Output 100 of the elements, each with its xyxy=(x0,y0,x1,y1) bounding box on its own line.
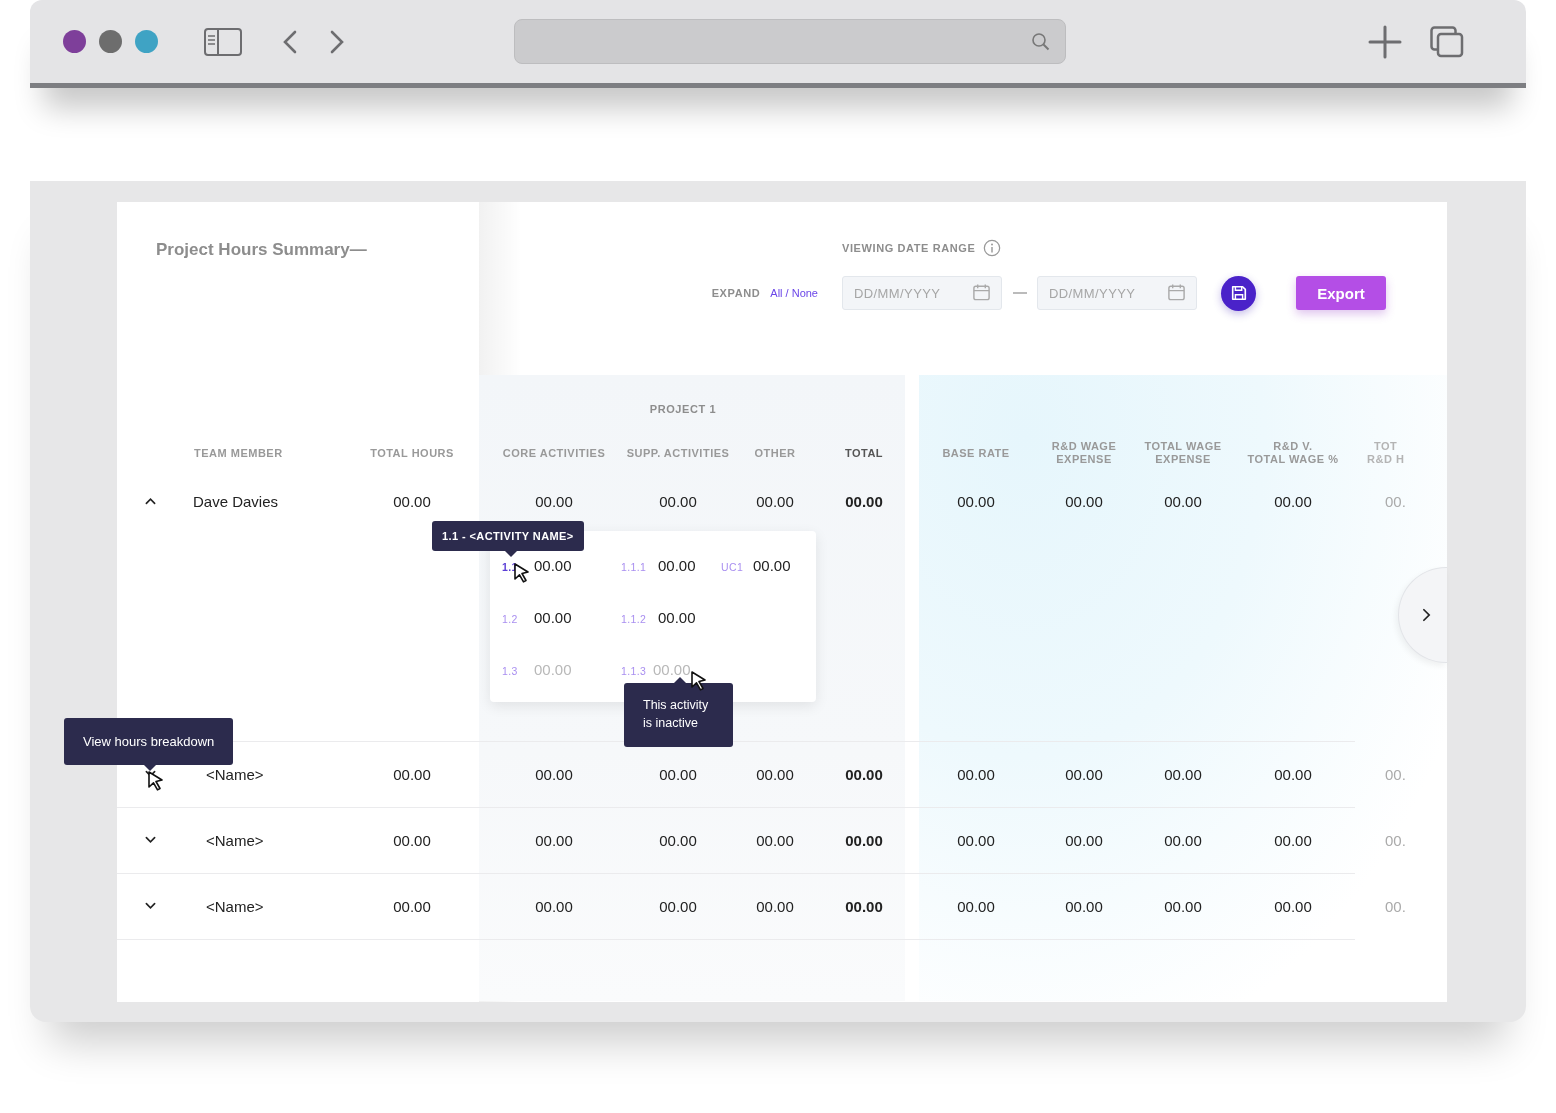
table-cell: 00.00 xyxy=(535,765,573,783)
member-name: <Name> xyxy=(206,765,264,783)
activity-hours: 00.00 xyxy=(753,556,791,574)
end-date-field[interactable]: DD/MM/YYYY xyxy=(1037,276,1197,310)
tabs-icon[interactable] xyxy=(1430,25,1464,58)
table-cell: 00.00 xyxy=(957,492,995,510)
activity-code[interactable]: 1.3 xyxy=(502,661,534,677)
table-cell: 00.00 xyxy=(535,831,573,849)
table-cell: 00.00 xyxy=(393,831,431,849)
cursor-icon xyxy=(690,670,708,692)
save-icon xyxy=(1229,284,1248,302)
table-cell: 00.00 xyxy=(1274,765,1312,783)
table-cell: 00.00 xyxy=(1065,897,1103,915)
table-cell: 00.00 xyxy=(1065,492,1103,510)
column-header: TOTAL xyxy=(844,446,884,460)
activity-hours: 00.00 xyxy=(534,556,572,574)
start-date-field[interactable]: DD/MM/YYYY xyxy=(842,276,1002,310)
activity-hours: 00.00 xyxy=(658,608,696,626)
table-cell: 00. xyxy=(1385,492,1406,510)
table-cell: 00.00 xyxy=(659,492,697,510)
column-group-title: PROJECT 1 xyxy=(649,403,717,417)
calendar-icon[interactable] xyxy=(1167,283,1186,302)
table-cell: 00.00 xyxy=(1164,897,1202,915)
window-close-dot[interactable] xyxy=(63,30,86,53)
table-cell: 00.00 xyxy=(845,492,883,510)
table-cell: 00.00 xyxy=(393,897,431,915)
cursor-icon xyxy=(147,770,165,792)
table-cell: 00.00 xyxy=(1274,897,1312,915)
export-button[interactable]: Export xyxy=(1296,276,1386,310)
activity-hours: 00.00 xyxy=(658,556,696,574)
save-button[interactable] xyxy=(1221,275,1256,311)
column-header: R&D V. TOTAL WAGE % xyxy=(1247,440,1339,466)
back-icon[interactable] xyxy=(283,29,297,54)
table-cell: 00.00 xyxy=(957,765,995,783)
table-cell: 00.00 xyxy=(393,765,431,783)
table-cell: 00. xyxy=(1385,897,1406,915)
activity-code[interactable]: 1.1.1 xyxy=(621,557,658,573)
table-cell: 00.00 xyxy=(1164,492,1202,510)
table-cell: 00.00 xyxy=(756,765,794,783)
table-cell: 00.00 xyxy=(393,492,431,510)
table-cell: 00.00 xyxy=(659,765,697,783)
column-header: TOTAL HOURS xyxy=(370,446,454,460)
activity-code[interactable]: 1.1.2 xyxy=(621,609,658,625)
table-cell: 00.00 xyxy=(756,897,794,915)
column-header: TEAM MEMBER xyxy=(194,446,283,460)
activity-code[interactable]: 1.1.3 xyxy=(621,661,653,677)
column-header: SUPP. ACTIVITIES xyxy=(626,446,730,460)
column-header: OTHER xyxy=(754,446,796,460)
date-range-label: VIEWING DATE RANGE xyxy=(842,242,976,254)
forward-icon[interactable] xyxy=(330,29,344,54)
window-minimize-dot[interactable] xyxy=(99,30,122,53)
table-cell: 00.00 xyxy=(845,765,883,783)
collapse-chevron-icon[interactable] xyxy=(143,495,158,507)
table-cell: 00.00 xyxy=(1274,831,1312,849)
info-icon[interactable] xyxy=(983,239,1002,257)
column-header: BASE RATE xyxy=(942,446,1010,460)
expand-label: EXPAND xyxy=(711,287,761,299)
table-cell: 00.00 xyxy=(1164,831,1202,849)
member-name: Dave Davies xyxy=(193,492,279,510)
table-cell: 00.00 xyxy=(535,897,573,915)
table-cell: 00. xyxy=(1385,831,1406,849)
table-cell: 00.00 xyxy=(535,492,573,510)
member-name: <Name> xyxy=(206,831,264,849)
table-cell: 00. xyxy=(1385,765,1406,783)
expand-chevron-icon[interactable] xyxy=(143,834,158,846)
column-header: TOT R&D H xyxy=(1367,440,1405,466)
table-cell: 00.00 xyxy=(756,831,794,849)
chevron-right-icon xyxy=(1421,608,1431,622)
activity-hours: 00.00 xyxy=(534,608,572,626)
table-cell: 00.00 xyxy=(957,831,995,849)
page-title: Project Hours Summary— xyxy=(156,240,367,261)
activity-code[interactable]: UC1 xyxy=(721,557,753,573)
table-cell: 00.00 xyxy=(957,897,995,915)
activity-code[interactable]: 1.2 xyxy=(502,609,534,625)
new-tab-icon[interactable] xyxy=(1368,24,1402,59)
sidebar-icon[interactable] xyxy=(204,27,242,56)
member-name: <Name> xyxy=(206,897,264,915)
table-cell: 00.00 xyxy=(845,897,883,915)
table-cell: 00.00 xyxy=(659,897,697,915)
tooltip: 1.1 - <ACTIVITY NAME> xyxy=(432,521,584,551)
column-header: CORE ACTIVITIES xyxy=(502,446,606,460)
table-cell: 00.00 xyxy=(1164,765,1202,783)
tooltip: View hours breakdown xyxy=(64,718,234,765)
table-cell: 00.00 xyxy=(1274,492,1312,510)
activity-hours: 00.00 xyxy=(653,660,691,678)
table-cell: 00.00 xyxy=(845,831,883,849)
tooltip-pointer xyxy=(505,551,517,557)
window-zoom-dot[interactable] xyxy=(135,30,158,53)
range-dash xyxy=(1013,292,1027,294)
table-cell: 00.00 xyxy=(659,831,697,849)
calendar-icon[interactable] xyxy=(972,283,991,302)
table-cell: 00.00 xyxy=(1065,765,1103,783)
table-cell: 00.00 xyxy=(1065,831,1103,849)
column-header: R&D WAGE EXPENSE xyxy=(1051,440,1117,466)
column-header: TOTAL WAGE EXPENSE xyxy=(1144,440,1222,466)
expand-all-none-link[interactable]: All / None xyxy=(770,287,818,299)
activity-hours: 00.00 xyxy=(534,660,572,678)
tooltip: This activity is inactive xyxy=(624,683,733,747)
expand-chevron-icon[interactable] xyxy=(143,900,158,912)
table-cell: 00.00 xyxy=(756,492,794,510)
